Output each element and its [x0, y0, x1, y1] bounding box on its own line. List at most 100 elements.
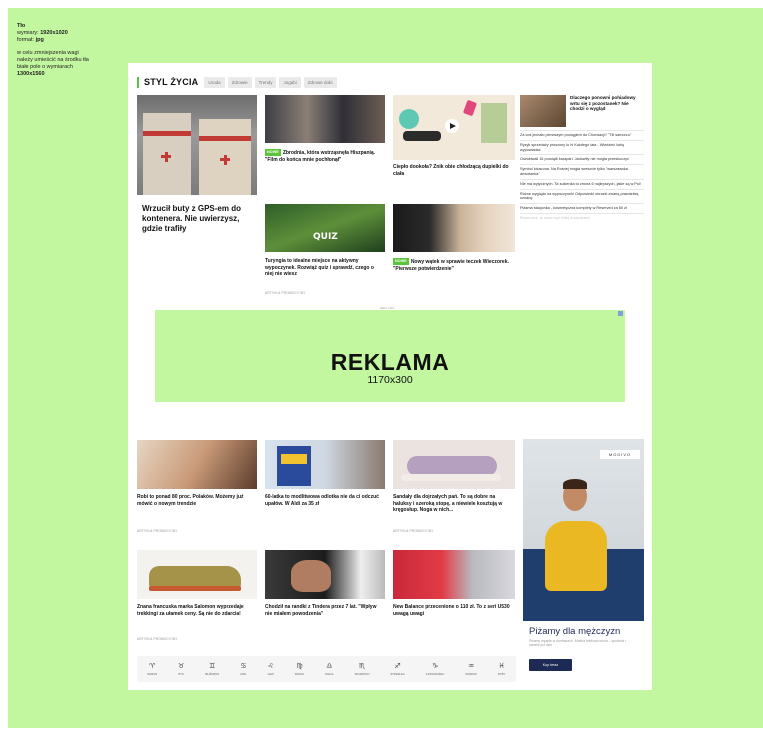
zodiac-aries[interactable]: ♈ BARAN [147, 662, 157, 676]
sponsored-label: ARTYKUŁ PROMOCYJNY [137, 529, 178, 533]
sidebar-top-thumb [520, 95, 566, 127]
scorpio-icon: ♏ [358, 662, 366, 670]
zodiac-label: BYK [178, 672, 185, 676]
tab-zdrowe-dobi[interactable]: Zdrowe dobi [303, 76, 337, 88]
new-badge: NOWE [265, 149, 281, 156]
taurus-icon: ♉ [178, 662, 185, 670]
zodiac-label: STRZELEC [390, 672, 405, 676]
article-title-b2[interactable]: 60-latka to modlitwowa odlotka nie da ci… [265, 494, 383, 507]
article-title-c2[interactable]: Chodził na randki z Tindera przez 7 lat.… [265, 604, 383, 617]
tab-trendy[interactable]: Trendy [254, 76, 277, 88]
zodiac-cancer[interactable]: ♋ RAK [240, 662, 246, 676]
note-format-value: jpg [35, 37, 44, 43]
article-title-a3[interactable]: Turyngia to idealne miejsce na aktywny w… [265, 258, 383, 278]
libra-icon: ♎ [326, 662, 333, 670]
zodiac-label: LEW [267, 672, 274, 676]
sidebar-item[interactable]: Symbol lokacona. Na Rosnej mogła wreszci… [520, 164, 644, 179]
virgo-icon: ♍ [296, 662, 303, 670]
article-title-c3[interactable]: New Balance przecenione o 110 zł. To z s… [393, 604, 513, 617]
article-title-a2[interactable]: Ciepło dookoła? Znik obie chłodzącą dupi… [393, 164, 511, 177]
side-ad-logo: MODIVO [600, 450, 640, 459]
zodiac-label: RAK [240, 672, 247, 676]
sponsored-label: ARTYKUŁ PROMOCYJNY [393, 529, 434, 533]
zodiac-pisces[interactable]: ♓ RYBY [498, 662, 506, 676]
article-title-a4[interactable]: NOWE Nowy wątek w sprawie teczek Wieczore… [393, 258, 513, 272]
sidebar-item[interactable]: Piżama stacjonka - kosmetyczna komplety … [520, 203, 644, 213]
pisces-icon: ♓ [498, 662, 505, 670]
ad-title: REKLAMA [330, 349, 450, 375]
new-badge: NOWE [393, 258, 409, 265]
note-instruction-1: w celu zmniejszenia wagi [17, 50, 79, 56]
article-image-a2[interactable] [393, 95, 515, 160]
tab-uroda[interactable]: Uroda [204, 76, 225, 88]
article-title-c1[interactable]: Znana francuska marka Salomon wyprzedaje… [137, 604, 255, 617]
zodiac-taurus[interactable]: ♉ BYK [178, 662, 184, 676]
zodiac-aquarius[interactable]: ♒ WODNIK [465, 662, 477, 676]
sidebar-item-faded[interactable]: Reprezent. ta może być miłej w wyrazach [520, 212, 644, 223]
zodiac-leo[interactable]: ♌ LEW [268, 662, 274, 676]
sidebar-top-title: Dlaczego ponowni pohiadowy wrtu się z po… [570, 95, 636, 112]
article-image-b1[interactable] [137, 440, 257, 489]
featured-image[interactable] [137, 95, 257, 195]
section-title[interactable]: STYL ŻYCIA [144, 77, 198, 87]
sidebar-item[interactable]: Różne wyglądu na wypoczynek! Odpowiedź o… [520, 188, 644, 204]
article-image-c1[interactable] [137, 550, 257, 599]
zodiac-sagittarius[interactable]: ♐ STRZELEC [390, 662, 405, 676]
article-title-a1-text: Zbrodnia, która wstrząsnęła Hiszpanią. "… [265, 150, 376, 163]
zodiac-virgo[interactable]: ♍ PANNA [295, 662, 304, 676]
note-dim-value: 1920x1020 [40, 30, 68, 36]
sidebar-top-item[interactable]: Dlaczego ponowni pohiadowy wrtu się z po… [520, 95, 644, 127]
article-image-c2[interactable] [265, 550, 385, 599]
leo-icon: ♌ [267, 662, 274, 670]
zodiac-label: KOZIOROŻEC [425, 672, 445, 676]
gemini-icon: ♊ [209, 662, 216, 670]
section-header: STYL ŻYCIA Uroda Zdrowie Trendy Jogabi Z… [137, 75, 340, 89]
article-image-b3[interactable] [393, 440, 515, 489]
sponsored-label: ARTYKUŁ PROMOCYJNY [265, 291, 306, 295]
featured-title[interactable]: Wrzucił buty z GPS-em do kontenera. Nie … [142, 204, 254, 234]
article-title-b3[interactable]: Sandały dla dojrzałych pań. To są dobre … [393, 494, 513, 514]
aries-icon: ♈ [149, 662, 156, 670]
tab-jogabi[interactable]: Jogabi [279, 76, 301, 88]
sagittarius-icon: ♐ [394, 662, 401, 670]
zodiac-label: RYBY [497, 672, 506, 676]
article-title-b1[interactable]: Robi to ponad 80 proc. Polaków. Możemy j… [137, 494, 255, 507]
zodiac-scorpio[interactable]: ♏ SKORPION [355, 662, 370, 676]
zodiac-capricorn[interactable]: ♑ KOZIOROŻEC [426, 662, 445, 676]
sidebar-item[interactable]: Za coś jechało pierwszym pociągiem do Ch… [520, 130, 644, 140]
ad-size: 1170x300 [367, 374, 413, 386]
article-image-a1[interactable] [265, 95, 385, 143]
spec-note: Tło wymiary: 1920x1020 format: jpg w cel… [17, 23, 89, 78]
article-image-b2[interactable] [265, 440, 385, 489]
content-page: STYL ŻYCIA Uroda Zdrowie Trendy Jogabi Z… [128, 63, 652, 690]
zodiac-gemini[interactable]: ♊ BLIŹNIĘTA [205, 662, 219, 676]
section-accent-bar [137, 76, 139, 88]
zodiac-label: PANNA [294, 672, 305, 676]
side-ad-buy-button[interactable]: Kup teraz [529, 659, 572, 671]
note-heading: Tło [17, 23, 26, 29]
zodiac-label: WODNIK [465, 672, 477, 676]
tab-zdrowie[interactable]: Zdrowie [227, 76, 252, 88]
ad-banner[interactable]: REKLAMA 1170x300 [155, 310, 625, 402]
sidebar-item[interactable]: Ryzyk sprzedaży proszony lo hi Każdego l… [520, 139, 644, 155]
sponsored-label: ARTYKUŁ PROMOCYJNY [137, 637, 178, 641]
side-ad-banner[interactable]: MODIVO Piżamy dla mężczyzn Piżamy męskie… [523, 439, 644, 686]
aquarius-icon: ♒ [467, 662, 475, 670]
note-instruction-4: 1300x1560 [17, 71, 45, 77]
sidebar-item[interactable]: Nie ma wytycznych. Ta sukienka to zmora … [520, 178, 644, 189]
article-image-a4[interactable] [393, 204, 515, 252]
article-image-a3[interactable]: QUIZ [265, 204, 385, 252]
sidebar-item[interactable]: Oszukiwali 15 prosiątk karaparl. Jadowit… [520, 154, 644, 164]
zodiac-label: BLIŹNIĘTA [205, 672, 220, 676]
note-instruction-2: należy umieścić na środku tła [17, 57, 89, 63]
side-ad-subtitle: Piżamy męskie w rozmiarach. Modna bieliz… [529, 639, 626, 648]
article-image-c3[interactable] [393, 550, 515, 599]
note-instruction-3: białe pole o wymiarach [17, 64, 73, 70]
zodiac-label: WAGA [325, 672, 334, 676]
article-title-a1[interactable]: NOWE Zbrodnia, która wstrząsnęła Hiszpani… [265, 149, 383, 163]
note-format-label: format: [17, 37, 36, 43]
adchoices-icon[interactable] [618, 311, 623, 316]
side-ad-photo [523, 439, 644, 621]
horoscope-bar: ♈ BARAN ♉ BYK ♊ BLIŹNIĘTA ♋ RAK ♌ LEW ♍ PANNA … [137, 656, 516, 682]
zodiac-libra[interactable]: ♎ WAGA [325, 662, 333, 676]
